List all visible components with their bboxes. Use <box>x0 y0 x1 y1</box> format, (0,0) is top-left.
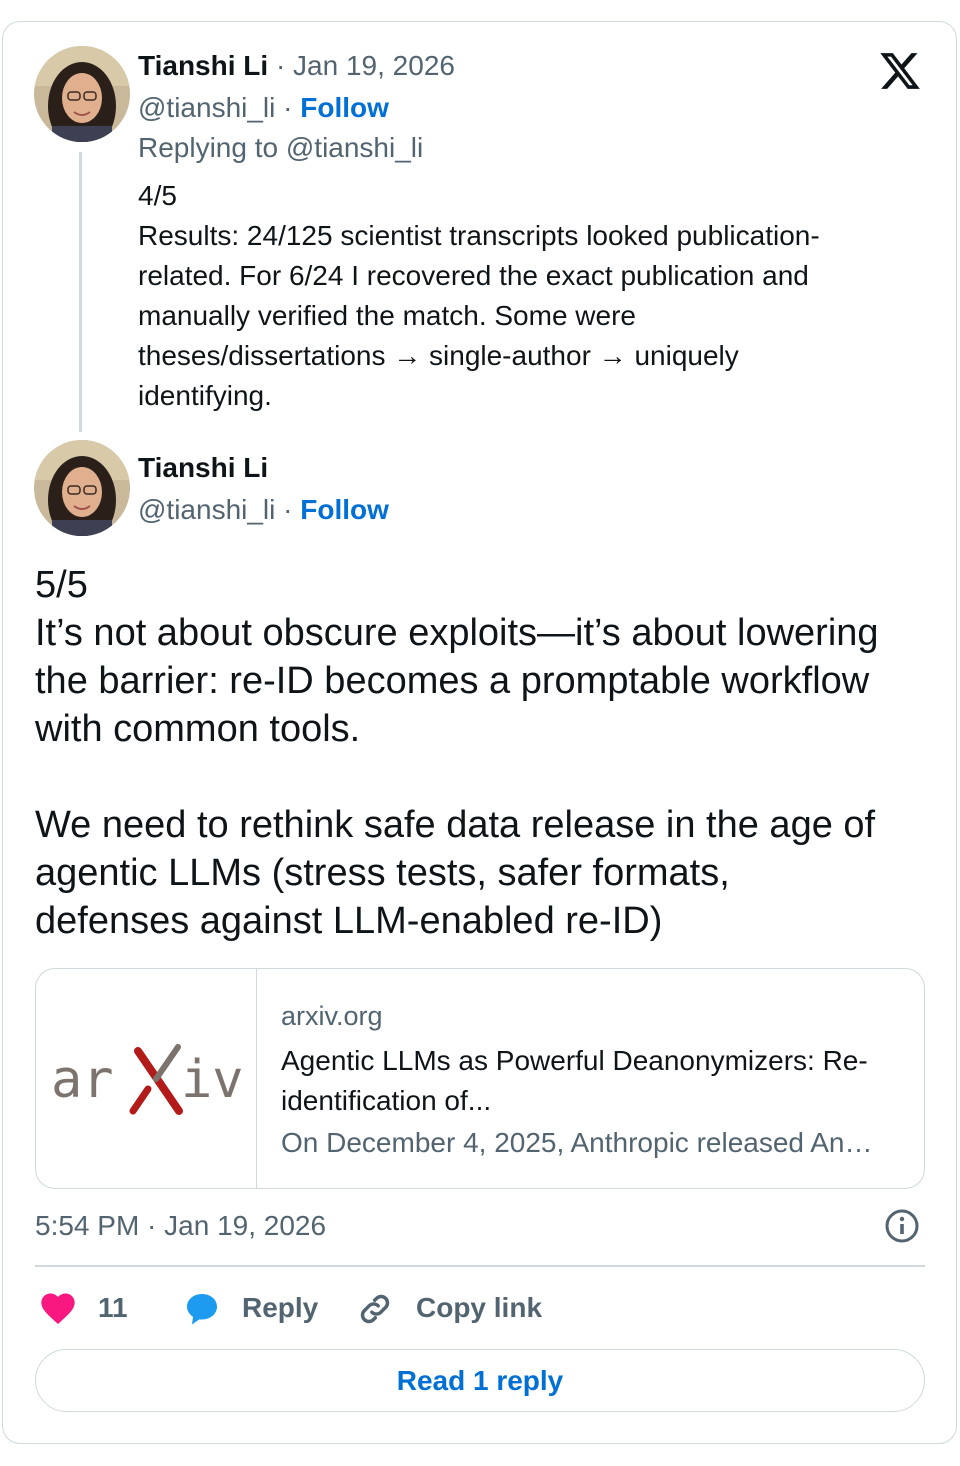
link-title-line: Agentic LLMs as Powerful Deanonymizers: … <box>281 1045 868 1076</box>
read-replies-button[interactable]: Read 1 reply <box>35 1349 925 1412</box>
separator-dot: · <box>283 92 293 123</box>
link-title-line: identification of... <box>281 1085 492 1116</box>
author-handle[interactable]: @tianshi_li <box>138 494 275 525</box>
arxiv-logo: ar iv <box>36 969 257 1188</box>
text-line: defenses against LLM-enabled re-ID) <box>35 900 663 942</box>
text-line: 5/5 <box>35 564 88 606</box>
text-line: identifying. <box>138 380 272 411</box>
link-domain: arxiv.org <box>281 1001 383 1031</box>
author-name[interactable]: Tianshi Li <box>138 50 268 81</box>
logo-text-left: ar <box>51 1050 114 1110</box>
avatar[interactable] <box>34 46 130 142</box>
text-line: related. For 6/24 I recovered the exact … <box>138 260 809 291</box>
like-button[interactable] <box>38 1288 78 1328</box>
text-line: We need to rethink safe data release in … <box>35 804 876 846</box>
reply-bubble-icon[interactable] <box>182 1289 222 1329</box>
link-icon[interactable] <box>356 1290 394 1328</box>
thread-connector <box>79 152 82 432</box>
author-name[interactable]: Tianshi Li <box>138 450 268 486</box>
text-line: Results: 24/125 scientist transcripts lo… <box>138 220 820 251</box>
link-preview-card[interactable]: ar iv arxiv.org Agentic LLMs as Powerful… <box>35 968 925 1189</box>
avatar[interactable] <box>34 440 130 536</box>
tweet-timestamp[interactable]: 5:54 PM · Jan 19, 2026 <box>35 1208 326 1244</box>
follow-button[interactable]: Follow <box>300 92 389 123</box>
text-line: 4/5 <box>138 180 177 211</box>
follow-button[interactable]: Follow <box>300 494 389 525</box>
parent-header: Tianshi Li · Jan 19, 2026 <box>138 48 455 84</box>
heart-icon <box>41 1293 75 1324</box>
replying-to[interactable]: Replying to @tianshi_li <box>138 130 423 166</box>
text-line: theses/dissertations → single-author → u… <box>138 340 739 371</box>
link-description: On December 4, 2025, Anthropic released … <box>281 1127 873 1158</box>
text-line: manually verified the match. Some were <box>138 300 636 331</box>
x-logo-icon[interactable] <box>877 49 923 93</box>
tweet-date[interactable]: · Jan 19, 2026 <box>276 50 455 81</box>
text-line: the barrier: re-ID becomes a promptable … <box>35 660 870 702</box>
author-handle[interactable]: @tianshi_li <box>138 92 275 123</box>
like-count[interactable]: 11 <box>98 1290 128 1326</box>
separator-dot: · <box>283 494 293 525</box>
reply-button[interactable]: Reply <box>242 1290 318 1326</box>
main-handle-row: @tianshi_li · Follow <box>138 492 389 528</box>
parent-tweet-text: 4/5 Results: 24/125 scientist transcript… <box>138 176 820 416</box>
info-icon[interactable] <box>884 1208 920 1244</box>
text-line: agentic LLMs (stress tests, safer format… <box>35 852 730 894</box>
link-title: Agentic LLMs as Powerful Deanonymizers: … <box>281 1041 868 1121</box>
logo-text-right: iv <box>181 1050 244 1110</box>
text-line: with common tools. <box>35 708 361 750</box>
parent-handle-row: @tianshi_li · Follow <box>138 90 389 126</box>
copy-link-button[interactable]: Copy link <box>416 1290 542 1326</box>
paragraph-break <box>35 753 879 801</box>
main-tweet-text: 5/5 It’s not about obscure exploits—it’s… <box>35 561 879 945</box>
text-line: It’s not about obscure exploits—it’s abo… <box>35 612 879 654</box>
divider <box>35 1265 925 1267</box>
